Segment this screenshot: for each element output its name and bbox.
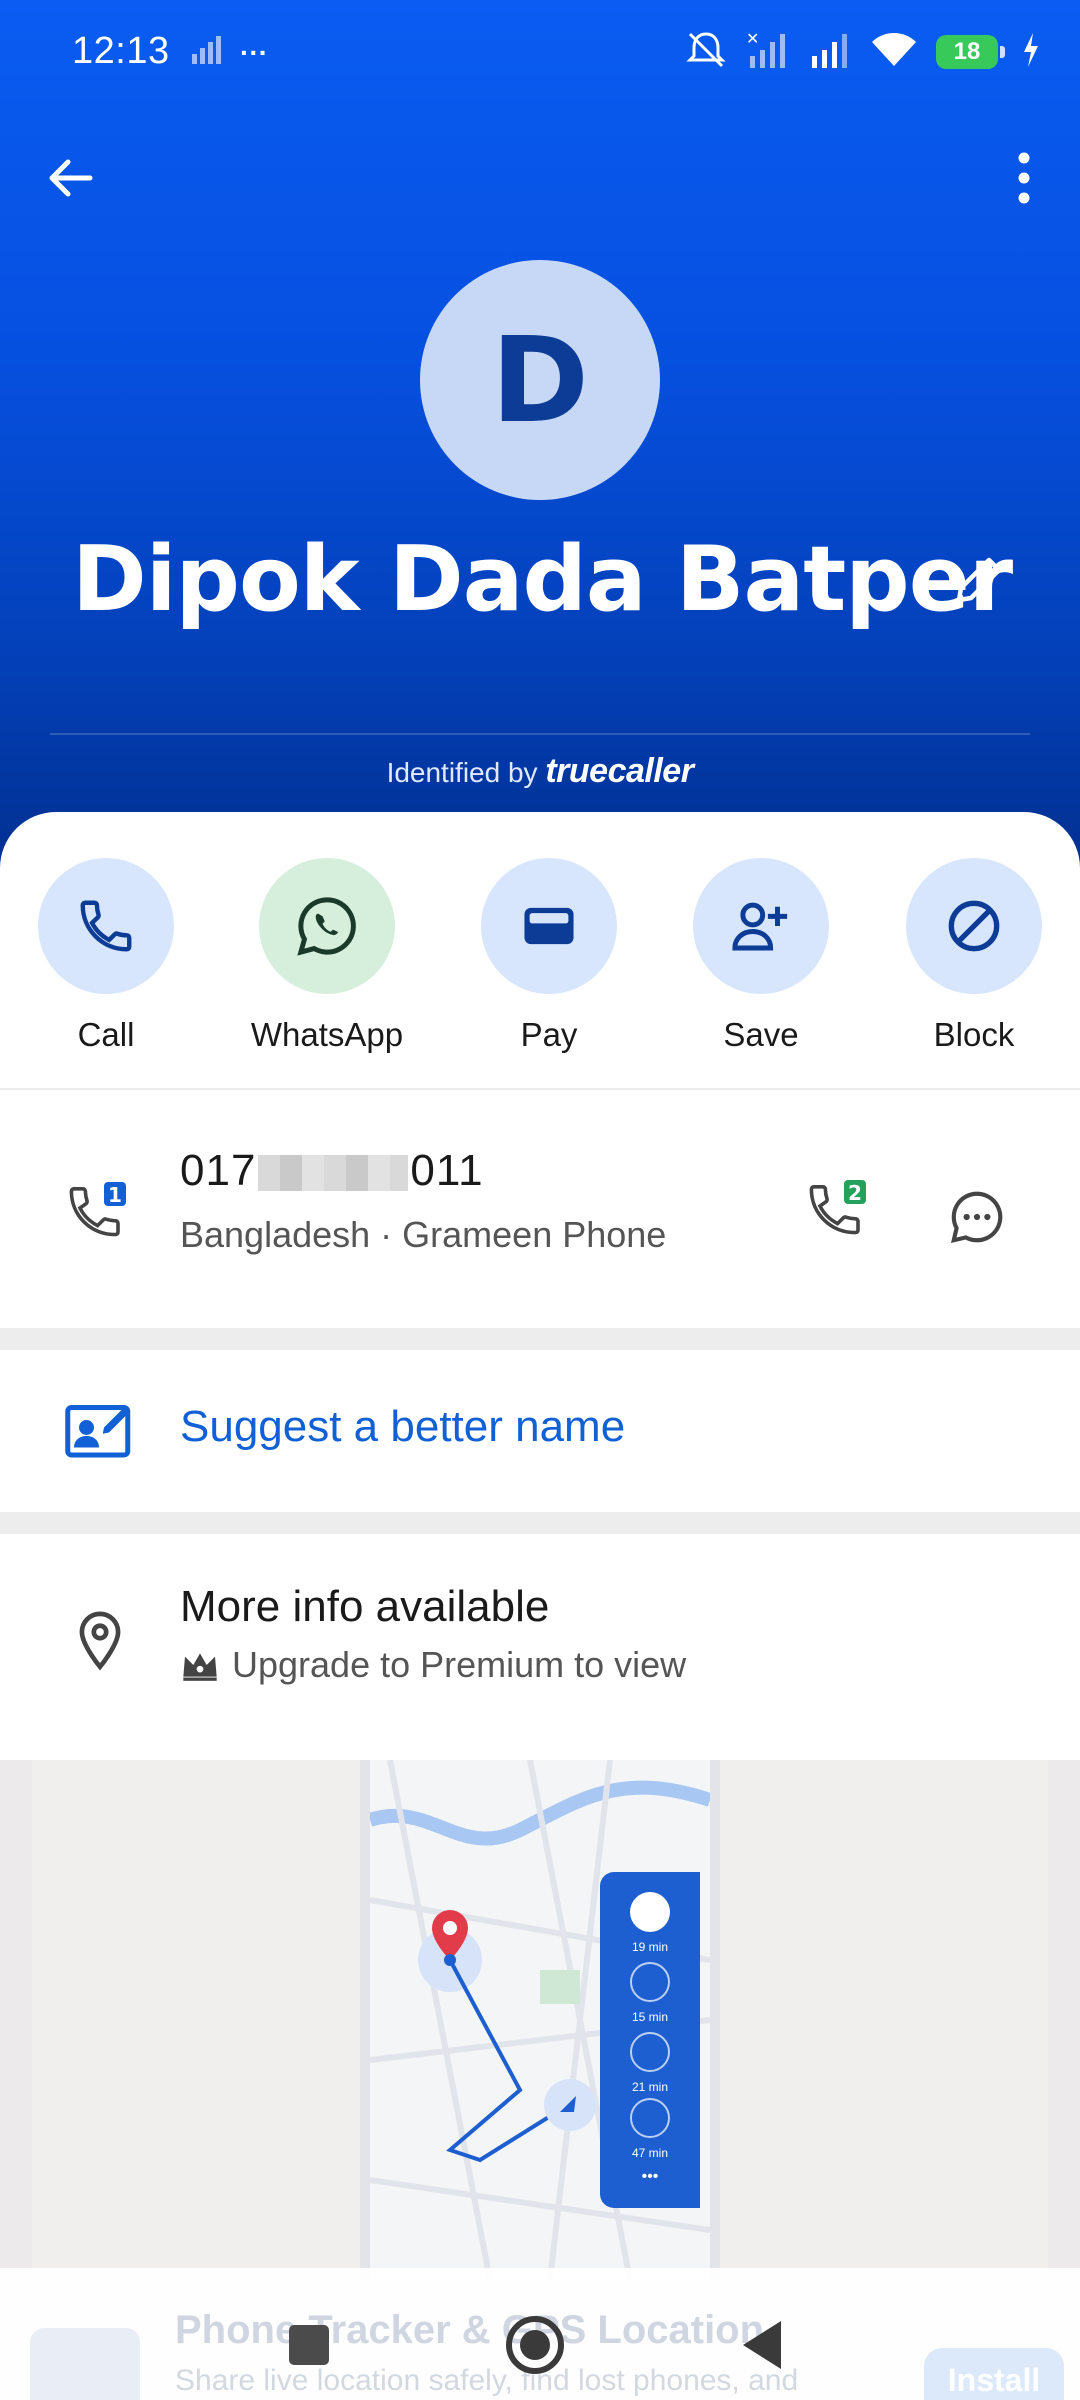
svg-text:2: 2 <box>848 1181 862 1205</box>
recents-button[interactable] <box>274 2310 344 2380</box>
bus-icon <box>630 1962 670 2002</box>
header-divider <box>50 733 1030 735</box>
phone-icon <box>80 900 132 952</box>
call-label: Call <box>77 1016 135 1053</box>
truecaller-logo: truecaller <box>545 752 694 790</box>
phone-sim1-icon: 1 <box>69 1182 126 1237</box>
square-icon <box>289 2325 329 2365</box>
pay-action[interactable]: Pay <box>439 858 659 1054</box>
svg-text:✕: ✕ <box>746 30 759 48</box>
status-bar: 12:13 ··· ✕ 18 <box>0 0 1080 105</box>
svg-text:1: 1 <box>108 1183 122 1207</box>
block-icon <box>948 900 1000 952</box>
location-pin-icon <box>74 1610 126 1677</box>
more-vert-icon <box>1018 152 1030 204</box>
section-gap <box>0 1328 1080 1350</box>
bike-icon <box>630 2032 670 2072</box>
section-gap <box>0 1512 1080 1534</box>
pencil-icon <box>956 557 1002 603</box>
identified-by: Identified by truecaller <box>386 752 694 790</box>
chat-bubble-icon <box>950 1191 1003 1244</box>
mute-icon <box>684 30 728 75</box>
redacted-digits <box>258 1155 409 1192</box>
arrow-left-icon <box>49 159 93 197</box>
avatar-letter: D <box>491 311 589 449</box>
profile-card: Call WhatsApp Pay Save Block 1 017 011 B… <box>0 812 1080 2400</box>
action-row: Call WhatsApp Pay Save Block <box>0 858 1080 1058</box>
phone-carrier: Bangladesh · Grameen Phone <box>180 1214 667 1255</box>
suggest-name-link[interactable]: Suggest a better name <box>180 1402 625 1452</box>
back-nav-button[interactable] <box>728 2310 798 2380</box>
walk-icon <box>630 2098 670 2138</box>
add-person-icon <box>732 902 788 951</box>
call-action[interactable]: Call <box>0 858 216 1054</box>
block-action[interactable]: Block <box>864 858 1080 1054</box>
contact-name: Dipok Dada Batper <box>72 527 1013 632</box>
message-button[interactable] <box>946 1186 1008 1253</box>
more-info-row[interactable]: More info available Upgrade to Premium t… <box>0 1532 1080 1732</box>
edit-contact-icon <box>64 1400 134 1465</box>
save-action[interactable]: Save <box>651 858 871 1054</box>
more-info-subtitle: Upgrade to Premium to view <box>232 1644 687 1685</box>
status-time: 12:13 <box>72 30 170 72</box>
system-nav-bar <box>0 2288 1080 2400</box>
save-label: Save <box>723 1016 799 1053</box>
ad-map-image: 19 min 15 min 21 min 47 min ••• <box>32 1760 1048 2280</box>
whatsapp-label: WhatsApp <box>250 1016 404 1053</box>
back-button[interactable] <box>40 148 100 208</box>
car-icon <box>630 1892 670 1932</box>
crown-icon <box>183 1653 217 1681</box>
wifi-icon <box>870 30 918 75</box>
triangle-back-icon <box>743 2321 781 2369</box>
edit-name-button[interactable] <box>944 545 1014 615</box>
sim1-call-button[interactable]: 1 <box>66 1182 130 1251</box>
route-options-panel: 19 min 15 min 21 min 47 min ••• <box>600 1872 700 2208</box>
signal-icon <box>808 30 852 75</box>
data-signal-icon <box>190 34 222 71</box>
more-info-title: More info available <box>180 1582 550 1631</box>
sim2-call-button[interactable]: 2 <box>806 1180 870 1249</box>
home-button[interactable] <box>500 2310 570 2380</box>
phone-number-row[interactable]: 1 017 011 Bangladesh · Grameen Phone 2 <box>0 1102 1080 1312</box>
more-options-button[interactable] <box>994 148 1054 208</box>
block-label: Block <box>933 1016 1015 1053</box>
charging-icon <box>1022 32 1040 72</box>
divider <box>0 1088 1080 1090</box>
circle-icon <box>506 2316 564 2374</box>
battery-indicator: 18 <box>936 35 1005 69</box>
profile-header: 12:13 ··· ✕ 18 D Dipok Dada Batper Ident… <box>0 0 1080 880</box>
suggest-name-row[interactable]: Suggest a better name <box>0 1352 1080 1502</box>
more-notifications-icon: ··· <box>240 36 268 68</box>
phone-number: 017 011 <box>180 1146 484 1195</box>
avatar: D <box>420 260 660 500</box>
wallet-icon <box>524 907 574 945</box>
whatsapp-icon <box>297 897 356 956</box>
signal-x-icon: ✕ <box>746 29 790 75</box>
phone-sim2-icon: 2 <box>809 1180 866 1235</box>
whatsapp-action[interactable]: WhatsApp <box>217 858 437 1054</box>
pay-label: Pay <box>520 1016 578 1053</box>
